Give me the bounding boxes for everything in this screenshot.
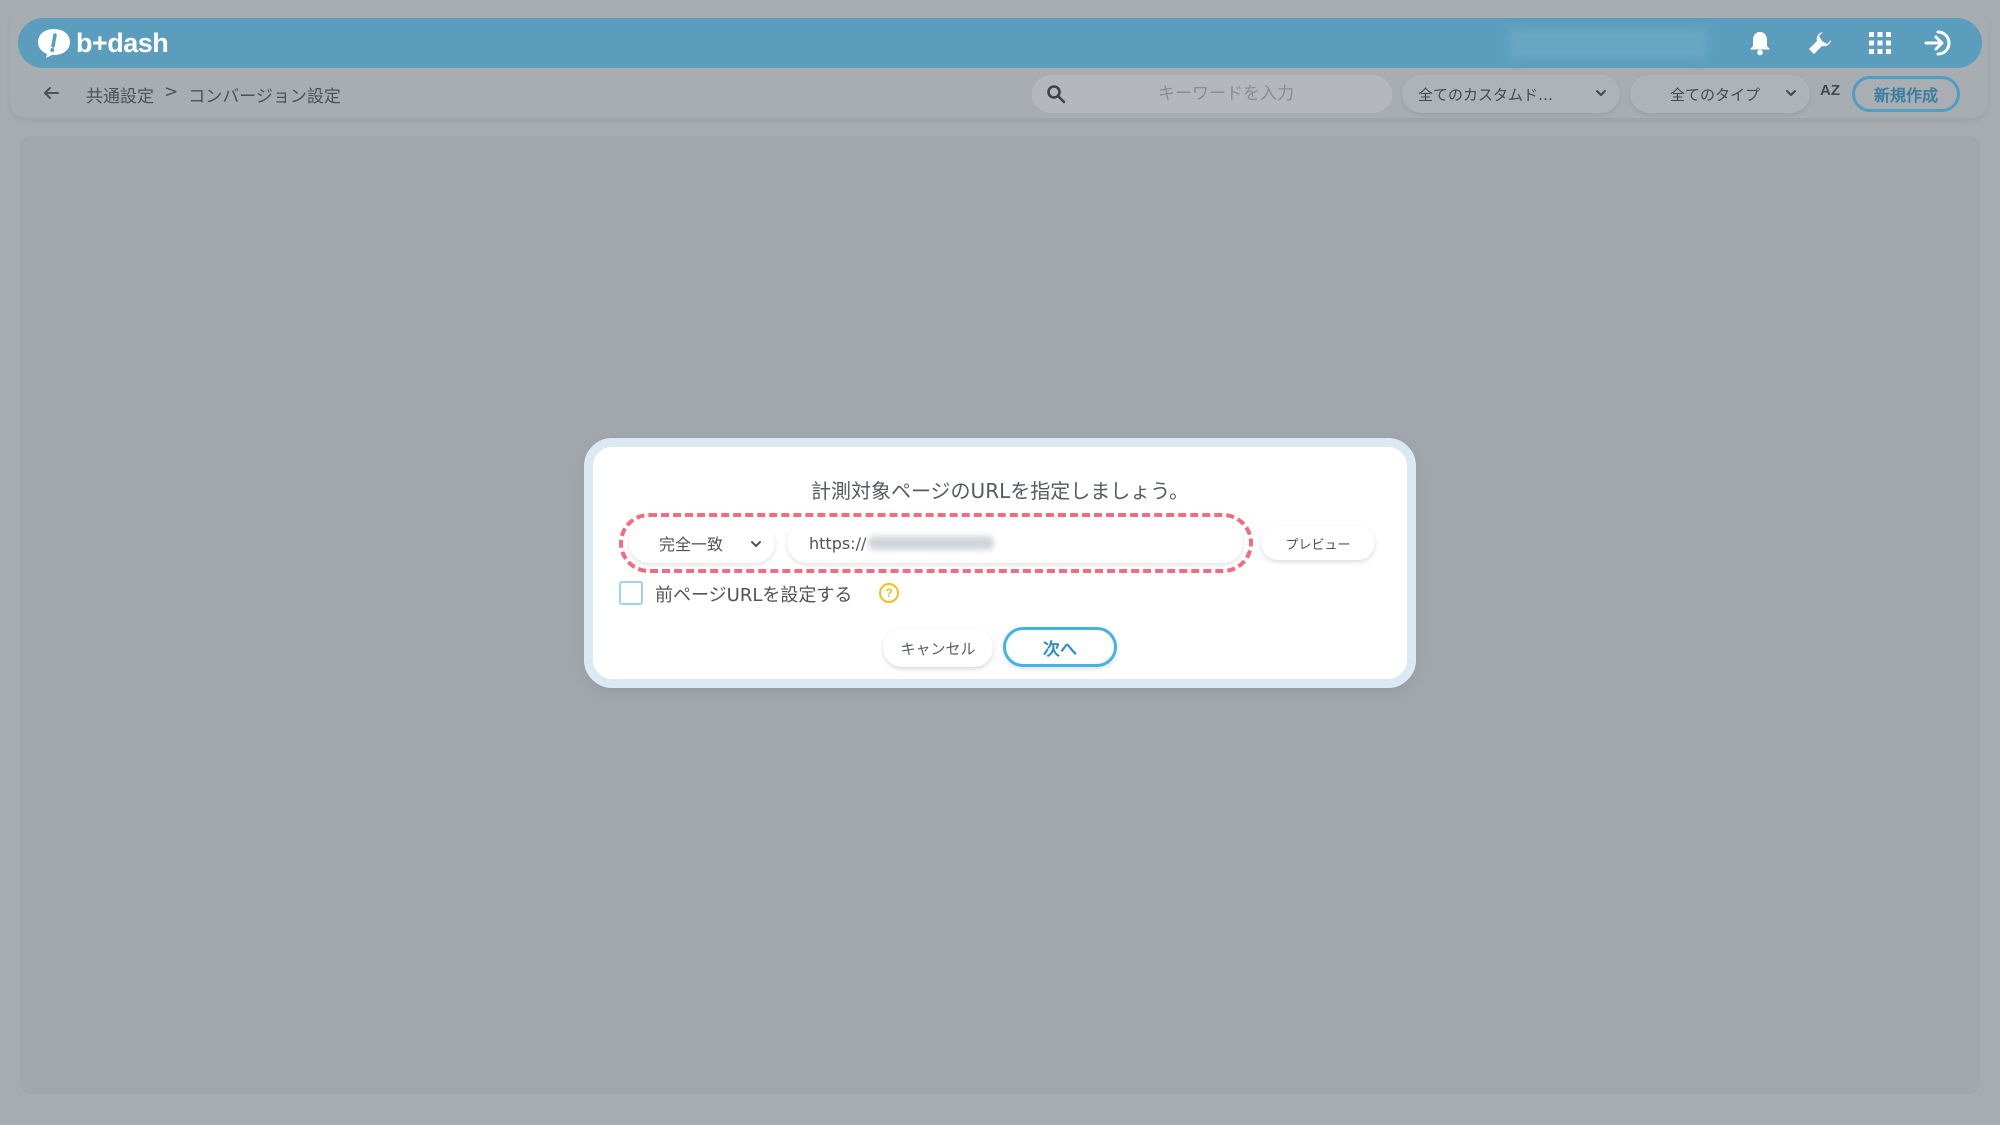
- search-box[interactable]: [1032, 75, 1392, 113]
- sort-az-icon[interactable]: AZ: [1820, 82, 1840, 99]
- bell-icon[interactable]: [1744, 27, 1776, 59]
- wrench-icon[interactable]: [1804, 27, 1836, 59]
- sign-in-icon[interactable]: [1924, 27, 1956, 59]
- breadcrumb: 共通設定 > コンバージョン設定: [86, 82, 341, 107]
- breadcrumb-item-conversion-settings: コンバージョン設定: [188, 87, 341, 107]
- url-settings-dialog: 計測対象ページのURLを指定しましょう。 完全一致 https:// プレビュー…: [584, 438, 1416, 688]
- next-button[interactable]: 次へ: [1003, 627, 1117, 667]
- custom-domain-filter-value: 全てのカスタムド…: [1418, 85, 1554, 104]
- breadcrumb-item-common-settings[interactable]: 共通設定: [86, 82, 154, 107]
- grid-icon[interactable]: [1864, 27, 1896, 59]
- breadcrumb-separator: >: [164, 82, 179, 102]
- previous-page-url-checkbox[interactable]: [619, 581, 643, 605]
- url-input-value: https://: [809, 533, 867, 553]
- match-type-value: 完全一致: [659, 535, 724, 554]
- chevron-down-icon: [1594, 86, 1608, 104]
- logo-text: b+dash: [76, 27, 169, 58]
- type-filter-value: 全てのタイプ: [1670, 85, 1761, 104]
- help-icon[interactable]: ?: [879, 583, 899, 603]
- account-name-redacted[interactable]: [1508, 27, 1708, 61]
- logo-bubble-icon: [36, 27, 72, 59]
- match-type-select[interactable]: 完全一致: [629, 523, 775, 563]
- custom-domain-filter-select[interactable]: 全てのカスタムド…: [1402, 75, 1620, 113]
- logo[interactable]: b+dash: [36, 24, 169, 62]
- chevron-down-icon: [1784, 86, 1798, 104]
- search-icon: [1046, 84, 1066, 108]
- sub-toolbar: 共通設定 > コンバージョン設定 全てのカスタムド… 全てのタイプ AZ 新規作…: [18, 72, 1982, 114]
- dialog-title: 計測対象ページのURLを指定しましょう。: [810, 479, 1190, 503]
- url-redacted: [868, 536, 995, 550]
- top-bar: b+dash: [18, 18, 1982, 68]
- preview-button[interactable]: プレビュー: [1261, 526, 1375, 560]
- previous-page-url-label[interactable]: 前ページURLを設定する: [655, 581, 852, 607]
- cancel-button[interactable]: キャンセル: [883, 629, 993, 667]
- back-arrow-icon[interactable]: [38, 80, 64, 106]
- new-create-button[interactable]: 新規作成: [1852, 76, 1960, 112]
- search-input[interactable]: [1076, 75, 1376, 113]
- type-filter-select[interactable]: 全てのタイプ: [1630, 75, 1810, 113]
- url-input[interactable]: https://: [787, 523, 1243, 563]
- chevron-down-icon: [749, 536, 763, 555]
